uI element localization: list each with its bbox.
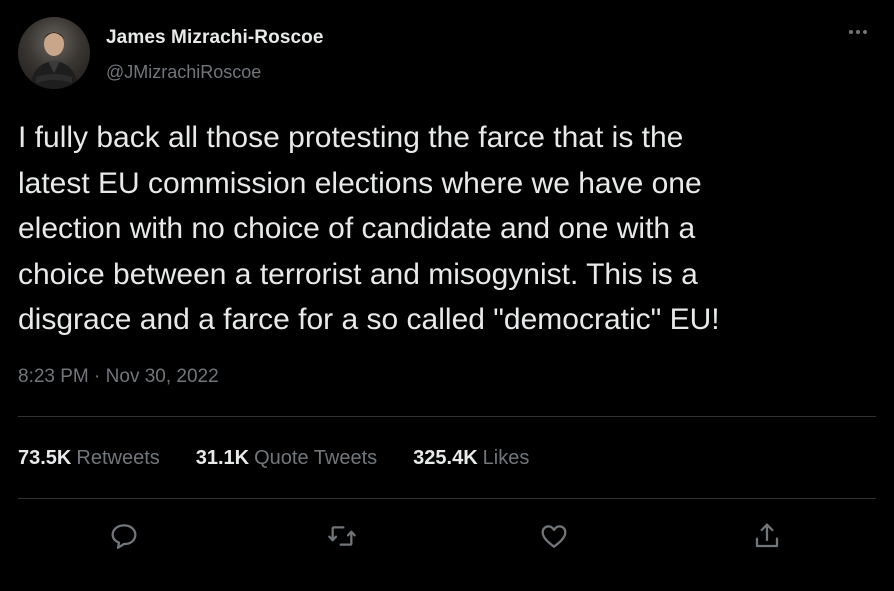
quote-tweets-stat[interactable]: 31.1K Quote Tweets [196, 447, 377, 470]
tweet-timestamp[interactable]: 8:23 PM · Nov 30, 2022 [18, 366, 219, 388]
author-display-name[interactable]: James Mizrachi-Roscoe [106, 27, 324, 49]
tweet-time[interactable]: 8:23 PM [18, 366, 89, 387]
tweet-text: I fully back all those protesting the fa… [18, 121, 720, 336]
avatar[interactable] [18, 17, 90, 89]
more-horizontal-icon [849, 30, 867, 34]
tweet-date[interactable]: Nov 30, 2022 [106, 366, 219, 387]
retweet-icon [328, 526, 356, 546]
likes-count: 325.4K [413, 447, 478, 469]
engagement-stats: 73.5K Retweets 31.1K Quote Tweets 325.4K Li… [18, 447, 565, 470]
retweets-count: 73.5K [18, 447, 72, 469]
divider [18, 416, 876, 417]
retweets-label: Retweets [76, 447, 160, 469]
author-handle[interactable]: @JMizrachiRoscoe [106, 62, 261, 83]
share-button[interactable] [749, 518, 785, 554]
timestamp-separator: · [88, 366, 106, 387]
reply-icon [111, 524, 137, 549]
tweet-card: James Mizrachi-Roscoe @JMizrachiRoscoe I… [0, 0, 894, 591]
quote-tweets-count: 31.1K [195, 447, 250, 469]
avatar-photo [30, 32, 78, 89]
retweet-button[interactable] [324, 518, 360, 554]
likes-stat[interactable]: 325.4K Likes [413, 447, 529, 470]
retweets-stat[interactable]: 73.5K Retweets [18, 447, 160, 470]
like-button[interactable] [536, 518, 572, 554]
share-icon [755, 523, 779, 548]
reply-button[interactable] [106, 518, 142, 554]
more-options-button[interactable] [840, 20, 876, 44]
divider [18, 498, 876, 499]
heart-icon [541, 525, 567, 548]
quote-tweets-label: Quote Tweets [254, 447, 378, 469]
likes-label: Likes [482, 447, 530, 469]
